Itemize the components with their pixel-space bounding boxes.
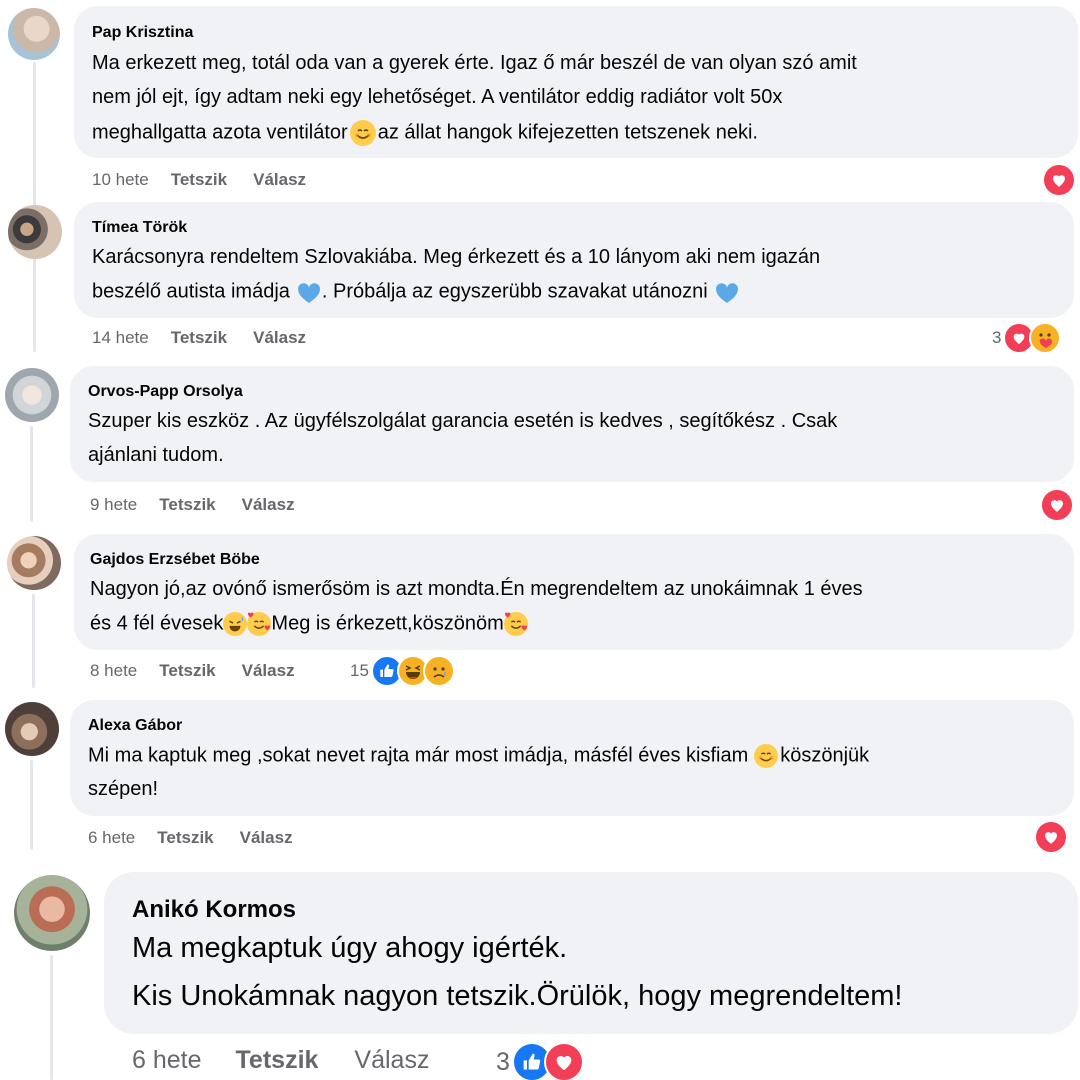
- comment-text-line: Karácsonyra rendeltem Szlovakiába. Meg é…: [92, 246, 821, 268]
- comment-author[interactable]: Tímea Török: [92, 219, 187, 237]
- reaction-count: 3: [496, 1047, 510, 1076]
- comment-actions: 8 hete Tetszik Válasz: [90, 661, 295, 681]
- like-button[interactable]: Tetszik: [157, 828, 213, 848]
- reaction-count: 15: [350, 661, 369, 680]
- comment-text-line-3: meghallgatta azota ventilátor az állat h…: [92, 120, 758, 146]
- like-button[interactable]: Tetszik: [236, 1046, 319, 1075]
- comment-timestamp[interactable]: 6 hete: [132, 1046, 202, 1075]
- comment-text-segment: köszönjük: [780, 744, 870, 767]
- comment-timestamp[interactable]: 10 hete: [92, 170, 149, 190]
- like-button[interactable]: Tetszik: [171, 170, 227, 190]
- comment-actions: 6 hete Tetszik Válasz: [132, 1046, 429, 1075]
- thread-line: [33, 262, 36, 352]
- reply-button[interactable]: Válasz: [242, 495, 295, 515]
- comment-bubble: Gajdos Erzsébet Böbe Nagyon jó,az ovónő …: [74, 534, 1074, 650]
- comment-text-segment: az állat hangok kifejezetten tetszenek n…: [377, 121, 758, 144]
- comment-text-line: Nagyon jó,az ovónő ismerősöm is azt mond…: [90, 578, 863, 600]
- comment-text-line: Ma erkezett meg, totál oda van a gyerek …: [92, 52, 857, 74]
- comment-actions: 14 hete Tetszik Válasz: [92, 328, 306, 348]
- comment-actions: 9 hete Tetszik Válasz: [90, 495, 295, 515]
- comment-text-segment: Meg is érkezett,köszönöm: [271, 612, 504, 635]
- avatar[interactable]: [14, 875, 90, 951]
- reaction-count: 3: [992, 328, 1002, 347]
- comment-bubble: Alexa Gábor Mi ma kaptuk meg ,sokat neve…: [70, 700, 1074, 816]
- comment-text-line: nem jól ejt, így adtam neki egy lehetősé…: [92, 86, 783, 108]
- comment-bubble: Orvos-Papp Orsolya Szuper kis eszköz . A…: [70, 366, 1074, 482]
- thread-line: [50, 955, 53, 1080]
- reaction-summary[interactable]: 3: [992, 322, 1062, 354]
- comment-timestamp[interactable]: 8 hete: [90, 661, 137, 681]
- avatar[interactable]: [5, 702, 59, 756]
- reply-button[interactable]: Válasz: [242, 661, 295, 681]
- comment-text-segment: beszélő autista imádja: [92, 280, 290, 303]
- reaction-summary[interactable]: [1040, 488, 1074, 522]
- comment-timestamp[interactable]: 9 hete: [90, 495, 137, 515]
- comment-text-segment: meghallgatta azota ventilátor: [92, 121, 348, 144]
- comment-text-line: Kis Unokámnak nagyon tetszik.Örülök, hog…: [132, 980, 903, 1012]
- avatar[interactable]: [8, 205, 62, 259]
- comment-author[interactable]: Alexa Gábor: [88, 717, 182, 735]
- comment-actions: 10 hete Tetszik Válasz: [92, 170, 306, 190]
- comment-bubble: Tímea Török Karácsonyra rendeltem Szlova…: [74, 202, 1074, 318]
- reply-button[interactable]: Válasz: [240, 828, 293, 848]
- smiling-face-with-hearts-icon: [503, 612, 528, 636]
- comment-text-line: Szuper kis eszköz . Az ügyfélszolgálat g…: [88, 410, 838, 432]
- like-button[interactable]: Tetszik: [159, 495, 215, 515]
- comment-author[interactable]: Pap Krisztina: [92, 24, 193, 42]
- blue-heart-icon: [296, 280, 322, 304]
- comment-text-line: szépen!: [88, 778, 159, 800]
- comment-text-line-2: beszélő autista imádja . Próbálja az egy…: [92, 280, 740, 304]
- smiling-face-with-hearts-icon: [247, 612, 272, 636]
- heart-icon: [1042, 163, 1076, 197]
- thread-line: [30, 760, 33, 850]
- comment-text-segment: . Próbálja az egyszerübb szavakat utánoz…: [321, 280, 708, 303]
- avatar[interactable]: [5, 368, 59, 422]
- comment-text-segment: és 4 fél évesek: [90, 612, 224, 635]
- reply-button[interactable]: Válasz: [253, 328, 306, 348]
- smiling-face-icon: [349, 120, 376, 146]
- reply-button[interactable]: Válasz: [253, 170, 306, 190]
- reply-button[interactable]: Válasz: [354, 1046, 429, 1075]
- comment-author[interactable]: Gajdos Erzsébet Böbe: [90, 551, 260, 569]
- like-button[interactable]: Tetszik: [171, 328, 227, 348]
- comment-text-line: Ma megkaptuk úgy ahogy igérték.: [132, 932, 568, 964]
- avatar[interactable]: [7, 536, 61, 590]
- comment-author[interactable]: Orvos-Papp Orsolya: [88, 383, 243, 401]
- comment-text-line: ajánlani tudom.: [88, 444, 224, 466]
- comment-bubble: Anikó Kormos Ma megkaptuk úgy ahogy igér…: [104, 872, 1078, 1034]
- care-emoji-icon: [1029, 322, 1062, 354]
- smiling-face-icon: [754, 744, 779, 768]
- sweat-smile-icon: [223, 612, 248, 636]
- comment-author[interactable]: Anikó Kormos: [132, 896, 296, 924]
- sad-emoji-icon: [422, 655, 455, 687]
- like-button[interactable]: Tetszik: [159, 661, 215, 681]
- comment-timestamp[interactable]: 14 hete: [92, 328, 149, 348]
- heart-icon: [1040, 488, 1074, 522]
- thread-line: [32, 594, 35, 688]
- comment-timestamp[interactable]: 6 hete: [88, 828, 135, 848]
- comment-text-line-1: Mi ma kaptuk meg ,sokat nevet rajta már …: [88, 744, 869, 768]
- comment-text-segment: Mi ma kaptuk meg ,sokat nevet rajta már …: [88, 744, 749, 767]
- heart-icon: [1034, 820, 1068, 854]
- avatar[interactable]: [8, 8, 60, 60]
- comment-bubble: Pap Krisztina Ma erkezett meg, totál oda…: [74, 6, 1078, 158]
- thread-line: [30, 426, 33, 522]
- reaction-summary[interactable]: 15: [350, 655, 455, 687]
- comment-text-line-2: és 4 fél évesek Meg is érkezett,köszönöm: [90, 612, 528, 636]
- reaction-summary[interactable]: [1034, 820, 1068, 854]
- reaction-summary[interactable]: 3: [496, 1042, 584, 1080]
- blue-heart-icon: [714, 280, 740, 304]
- comment-actions: 6 hete Tetszik Válasz: [88, 828, 293, 848]
- heart-icon: [543, 1042, 584, 1080]
- reaction-summary[interactable]: [1042, 163, 1076, 197]
